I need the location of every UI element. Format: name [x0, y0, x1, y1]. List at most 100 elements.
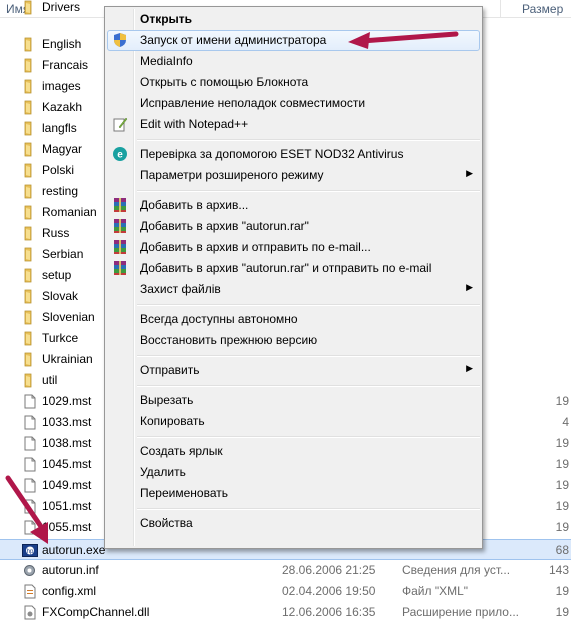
- uac-shield-icon: [112, 32, 128, 48]
- menu-item-3[interactable]: MediaInfo: [107, 51, 480, 72]
- exe-app-icon: hp: [22, 543, 38, 558]
- folder-icon: [22, 58, 37, 73]
- eset-icon: e: [112, 146, 128, 162]
- file-type: Сведения для уст...: [402, 563, 511, 577]
- menu-item-label: Отправить: [140, 363, 200, 377]
- file-size: 19: [555, 605, 569, 619]
- menu-item-12[interactable]: Добавить в архив "autorun.rar": [107, 216, 480, 237]
- folder-icon: [22, 373, 37, 388]
- svg-text:e: e: [117, 150, 123, 161]
- menu-item-13[interactable]: Добавить в архив и отправить по e-mail..…: [107, 237, 480, 258]
- menu-item-label: Вырезать: [140, 393, 194, 407]
- file-row[interactable]: config.xml 02.04.2006 19:50 Файл "XML" 19: [0, 581, 571, 602]
- menu-item-25[interactable]: Создать ярлык: [107, 441, 480, 462]
- menu-item-label: Переименовать: [140, 486, 228, 500]
- file-size: 19: [555, 499, 569, 513]
- menu-item-label: Параметри розширеного режиму: [140, 168, 324, 182]
- menu-item-9[interactable]: Параметри розширеного режиму ▶: [107, 165, 480, 186]
- file-icon: [22, 499, 37, 514]
- menu-item-label: Восстановить прежнюю версию: [140, 333, 318, 347]
- menu-item-label: Добавить в архив и отправить по e-mail..…: [140, 240, 371, 254]
- folder-icon: [22, 142, 37, 157]
- menu-item-label: Edit with Notepad++: [140, 117, 249, 131]
- menu-item-29[interactable]: Свойства: [107, 513, 480, 534]
- file-size: 19: [555, 520, 569, 534]
- folder-icon: [22, 268, 37, 283]
- menu-item-2[interactable]: Запуск от имени администратора: [107, 30, 480, 51]
- menu-item-8[interactable]: e Перевірка за допомогою ESET NOD32 Antiv…: [107, 144, 480, 165]
- folder-icon: [22, 331, 37, 346]
- file-size: 19: [555, 394, 569, 408]
- file-size: 143: [548, 563, 569, 577]
- winrar-icon: [112, 197, 128, 213]
- file-name: Ukrainian: [42, 352, 93, 366]
- file-name: Polski: [42, 163, 75, 177]
- folder-icon: [22, 79, 37, 94]
- file-name: langfls: [42, 121, 77, 135]
- svg-text:hp: hp: [27, 549, 34, 555]
- menu-item-4[interactable]: Открыть с помощью Блокнота: [107, 72, 480, 93]
- menu-item-22[interactable]: Вырезать: [107, 390, 480, 411]
- file-row[interactable]: autorun.inf 28.06.2006 21:25 Сведения для …: [0, 560, 571, 581]
- file-name: 1029.mst: [42, 394, 92, 408]
- file-name: images: [42, 79, 81, 93]
- file-name: Serbian: [42, 247, 84, 261]
- menu-item-label: Свойства: [140, 516, 193, 530]
- folder-icon: [22, 310, 37, 325]
- menu-item-18[interactable]: Восстановить прежнюю версию: [107, 330, 480, 351]
- menu-item-14[interactable]: Добавить в архив "autorun.rar" и отправи…: [107, 258, 480, 279]
- menu-item-20[interactable]: Отправить ▶: [107, 360, 480, 381]
- folder-icon: [22, 163, 37, 178]
- menu-item-17[interactable]: Всегда доступны автономно: [107, 309, 480, 330]
- file-name: resting: [42, 184, 79, 198]
- file-name: Slovak: [42, 289, 79, 303]
- menu-item-label: Добавить в архив "autorun.rar": [140, 219, 309, 233]
- submenu-arrow-icon: ▶: [466, 282, 473, 292]
- folder-icon: [22, 37, 37, 52]
- submenu-arrow-icon: ▶: [466, 363, 473, 373]
- file-date: 02.04.2006 19:50: [282, 584, 376, 598]
- menu-item-label: Запуск от имени администратора: [140, 33, 327, 47]
- file-icon: [22, 457, 37, 472]
- file-name: English: [42, 37, 82, 51]
- file-name: setup: [42, 268, 72, 282]
- menu-item-1[interactable]: Открыть: [107, 9, 480, 30]
- winrar-icon: [112, 260, 128, 276]
- menu-item-15[interactable]: Захист файлів ▶: [107, 279, 480, 300]
- file-name: 1038.mst: [42, 436, 92, 450]
- file-name: autorun.exe: [42, 543, 106, 557]
- file-date: 28.06.2006 21:25: [282, 563, 376, 577]
- menu-item-6[interactable]: Edit with Notepad++: [107, 114, 480, 135]
- file-icon: [22, 520, 37, 535]
- file-name: Slovenian: [42, 310, 95, 324]
- menu-item-27[interactable]: Переименовать: [107, 483, 480, 504]
- menu-item-5[interactable]: Исправление неполадок совместимости: [107, 93, 480, 114]
- file-name: Francais: [42, 58, 89, 72]
- file-row[interactable]: FXCompChannel.dll 12.06.2006 16:35 Расшире…: [0, 602, 571, 623]
- menu-item-label: Добавить в архив "autorun.rar" и отправи…: [140, 261, 432, 275]
- menu-item-11[interactable]: Добавить в архив...: [107, 195, 480, 216]
- folder-icon: [22, 289, 37, 304]
- menu-item-23[interactable]: Копировать: [107, 411, 480, 432]
- menu-item-label: Удалить: [140, 465, 186, 479]
- file-icon: [22, 478, 37, 493]
- dll-file-icon: [22, 605, 37, 620]
- folder-icon: [22, 352, 37, 367]
- menu-separator: [137, 508, 480, 510]
- file-size: 4: [562, 415, 569, 429]
- folder-icon: [22, 0, 37, 15]
- file-icon: [22, 394, 37, 409]
- file-name: 1045.mst: [42, 457, 92, 471]
- file-size: 19: [555, 584, 569, 598]
- menu-item-label: Перевірка за допомогою ESET NOD32 Antivi…: [140, 147, 404, 161]
- settings-file-icon: [22, 563, 37, 578]
- notepadpp-icon: [112, 116, 128, 132]
- folder-icon: [22, 184, 37, 199]
- menu-item-label: Всегда доступны автономно: [140, 312, 298, 326]
- context-menu: Открыть Запуск от имени администратора Med…: [104, 6, 483, 549]
- menu-item-label: Копировать: [140, 414, 205, 428]
- winrar-icon: [112, 239, 128, 255]
- menu-item-label: Исправление неполадок совместимости: [140, 96, 366, 110]
- menu-item-26[interactable]: Удалить: [107, 462, 480, 483]
- file-name: 1051.mst: [42, 499, 92, 513]
